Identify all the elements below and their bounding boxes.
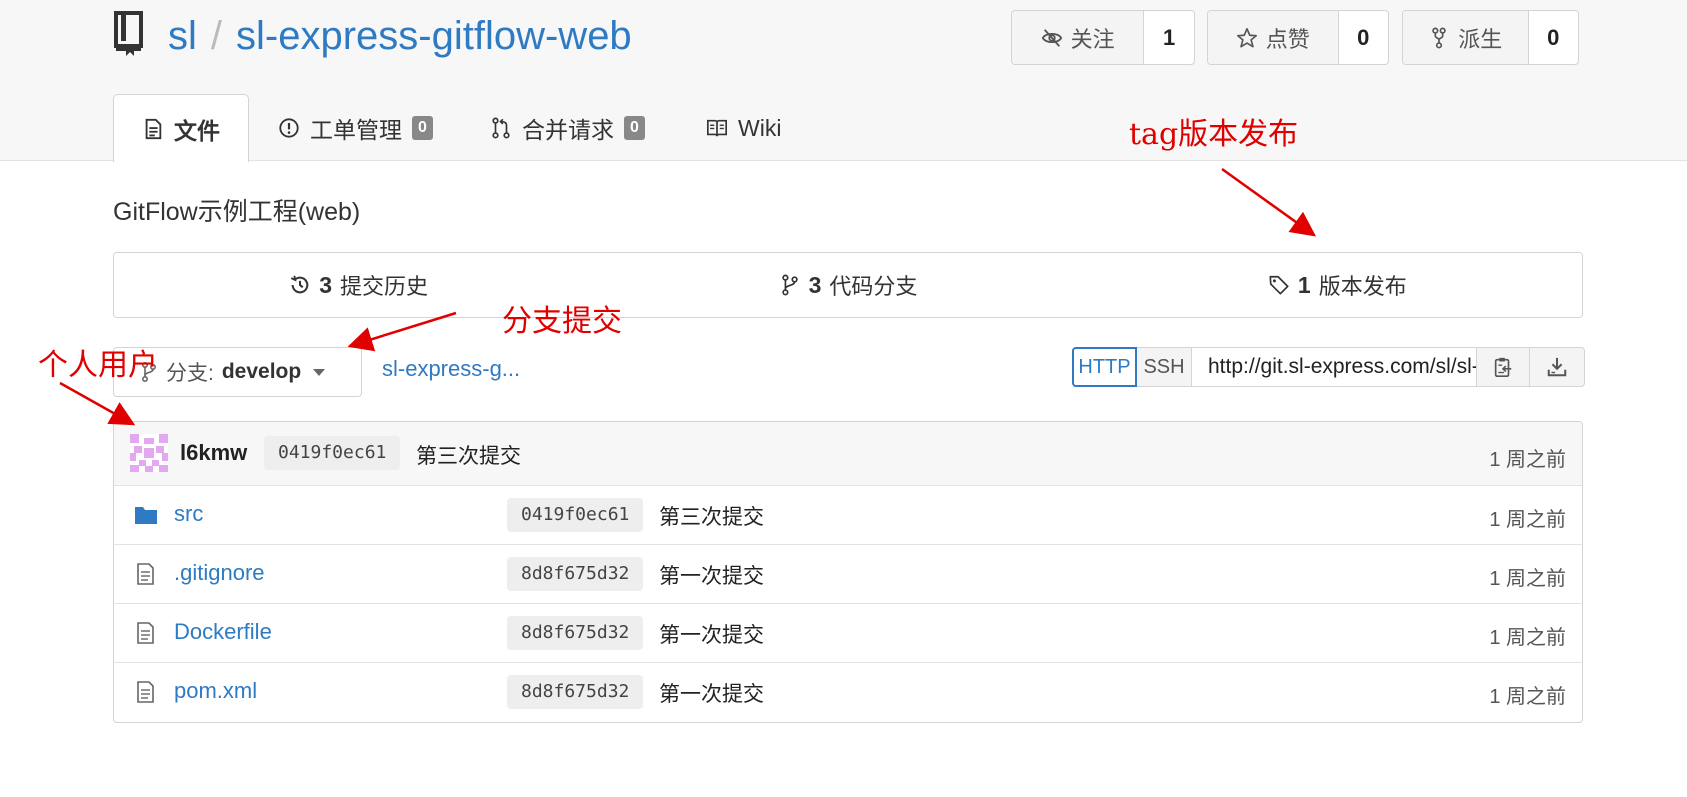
releases-stat-link[interactable]: 1 版本发布 <box>1093 253 1582 317</box>
issues-count-badge: 0 <box>412 116 433 140</box>
latest-commit-row: l6kmw 0419f0ec61 第三次提交 1 周之前 <box>114 422 1582 486</box>
clone-ssh-button[interactable]: SSH <box>1137 347 1192 387</box>
file-icon <box>137 681 154 703</box>
file-commit-sha[interactable]: 8d8f675d32 <box>507 616 644 650</box>
avatar <box>130 434 168 472</box>
branch-name: develop <box>221 360 302 383</box>
repo-description: GitFlow示例工程(web) <box>113 198 361 226</box>
tab-issues-label: 工单管理 <box>310 117 402 143</box>
commit-sha-badge[interactable]: 0419f0ec61 <box>264 436 401 470</box>
file-text-icon <box>145 118 162 139</box>
pull-requests-count-badge: 0 <box>624 116 645 140</box>
file-commit-sha[interactable]: 8d8f675d32 <box>507 557 644 591</box>
arrow-to-releases <box>1221 167 1317 237</box>
watch-group: 关注 1 <box>1011 10 1195 65</box>
history-icon <box>291 275 309 294</box>
file-row: Dockerfile 8d8f675d32 第一次提交 1 周之前 <box>114 604 1582 663</box>
clone-url-field[interactable]: http://git.sl-express.com/sl/sl-express-… <box>1192 347 1477 387</box>
repo-owner-link[interactable]: sl <box>168 14 197 58</box>
branches-stat-link[interactable]: 3 代码分支 <box>603 253 1092 317</box>
fork-icon <box>1432 27 1447 48</box>
download-button[interactable] <box>1530 347 1585 387</box>
pull-request-icon <box>492 117 510 139</box>
file-row: src 0419f0ec61 第三次提交 1 周之前 <box>114 486 1582 545</box>
file-commit-sha[interactable]: 8d8f675d32 <box>507 675 644 709</box>
tab-files[interactable]: 文件 <box>113 94 249 162</box>
repo-name-link[interactable]: sl-express-gitflow-web <box>236 14 632 58</box>
tag-icon <box>1269 275 1289 295</box>
clone-url-group: HTTP SSH http://git.sl-express.com/sl/sl… <box>1072 347 1585 387</box>
file-row: .gitignore 8d8f675d32 第一次提交 1 周之前 <box>114 545 1582 604</box>
tab-pull-requests[interactable]: 合并请求 0 <box>490 94 645 162</box>
fork-button[interactable]: 派生 <box>1403 11 1529 64</box>
tab-pull-requests-label: 合并请求 <box>522 117 614 143</box>
branches-count: 3 <box>808 271 822 298</box>
annotation-personal-user: 个人用户 <box>38 348 158 383</box>
file-table: l6kmw 0419f0ec61 第三次提交 1 周之前 src 0419f0e… <box>113 421 1583 723</box>
releases-label: 版本发布 <box>1318 274 1407 299</box>
branches-label: 代码分支 <box>829 274 918 299</box>
star-label: 点赞 <box>1265 26 1310 52</box>
file-commit-message[interactable]: 第三次提交 <box>659 501 764 531</box>
tab-wiki-label: Wiki <box>738 114 782 141</box>
tab-issues[interactable]: 工单管理 0 <box>278 94 433 162</box>
commits-count: 3 <box>319 271 333 298</box>
tab-files-label: 文件 <box>174 117 220 144</box>
folder-icon <box>135 507 157 524</box>
repo-stats-bar: 3 提交历史 3 代码分支 1 版本发布 <box>113 252 1583 318</box>
file-age: 1 周之前 <box>1489 509 1566 531</box>
watch-button[interactable]: 关注 <box>1012 11 1145 64</box>
commits-label: 提交历史 <box>340 274 429 299</box>
file-commit-message[interactable]: 第一次提交 <box>659 560 764 590</box>
fork-label: 派生 <box>1458 26 1503 52</box>
file-commit-sha[interactable]: 0419f0ec61 <box>507 498 644 532</box>
file-name-link[interactable]: .gitignore <box>174 560 265 586</box>
watch-label: 关注 <box>1070 26 1115 52</box>
repo-book-icon <box>114 11 143 56</box>
file-age: 1 周之前 <box>1489 686 1566 708</box>
file-commit-message[interactable]: 第一次提交 <box>659 619 764 649</box>
file-icon <box>137 622 154 644</box>
commit-author[interactable]: l6kmw <box>180 440 247 466</box>
download-icon <box>1547 357 1567 377</box>
commit-message[interactable]: 第三次提交 <box>416 440 521 470</box>
repo-title: sl / sl-express-gitflow-web <box>168 10 632 62</box>
watch-count[interactable]: 1 <box>1144 11 1194 64</box>
star-count[interactable]: 0 <box>1339 11 1388 64</box>
fork-count[interactable]: 0 <box>1529 11 1578 64</box>
file-name-link[interactable]: pom.xml <box>174 678 257 704</box>
copy-url-button[interactable] <box>1477 347 1530 387</box>
branch-icon <box>781 274 798 296</box>
clipboard-icon <box>1494 357 1512 377</box>
book-icon <box>707 119 727 137</box>
clone-http-button[interactable]: HTTP <box>1072 347 1137 387</box>
repo-title-separator: / <box>210 14 223 58</box>
file-name-link[interactable]: src <box>174 501 203 527</box>
path-breadcrumb[interactable]: sl-express-g... <box>382 356 520 382</box>
file-name-link[interactable]: Dockerfile <box>174 619 272 645</box>
tab-wiki[interactable]: Wiki <box>706 94 781 162</box>
eye-slash-icon <box>1041 28 1062 47</box>
star-icon <box>1236 27 1257 48</box>
commit-age: 1 周之前 <box>1489 449 1566 471</box>
file-row: pom.xml 8d8f675d32 第一次提交 1 周之前 <box>114 663 1582 722</box>
file-age: 1 周之前 <box>1489 568 1566 590</box>
file-icon <box>137 563 154 585</box>
branch-prefix: 分支: <box>166 362 214 385</box>
file-commit-message[interactable]: 第一次提交 <box>659 678 764 708</box>
file-age: 1 周之前 <box>1489 627 1566 649</box>
caret-down-icon <box>313 368 326 376</box>
star-button[interactable]: 点赞 <box>1208 11 1339 64</box>
annotation-tag-release: tag版本发布 <box>1129 117 1299 152</box>
annotation-branch-commit: 分支提交 <box>502 304 622 339</box>
star-group: 点赞 0 <box>1207 10 1389 65</box>
fork-group: 派生 0 <box>1402 10 1579 65</box>
releases-count: 1 <box>1297 271 1311 298</box>
issue-icon <box>279 118 299 138</box>
